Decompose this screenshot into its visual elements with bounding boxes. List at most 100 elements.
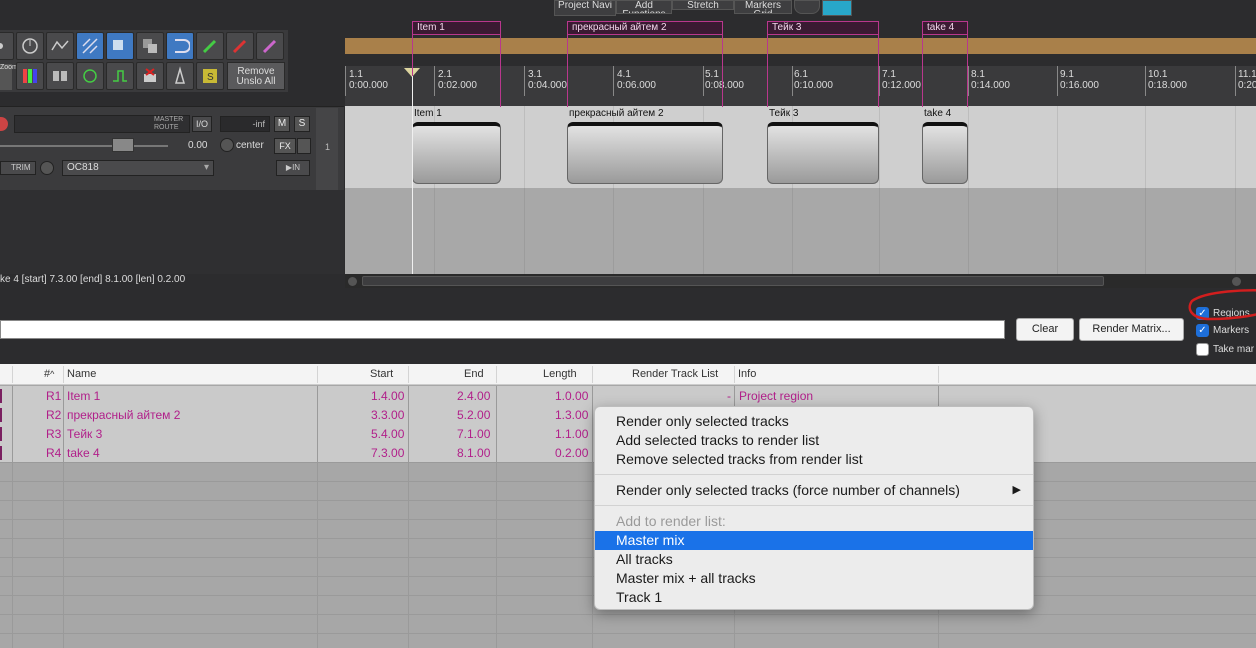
zoom-label: Zoom [0, 64, 18, 90]
timeline-ruler[interactable]: 1.1 0:00.000 2.1 0:02.000 3.1 0:04.000 4.1 0… [345, 66, 1256, 108]
chat-icon[interactable] [794, 0, 820, 14]
region-marker[interactable]: take 4 [922, 21, 968, 35]
track-lane[interactable]: Item 1 прекрасный айтем 2 Тейк 3 take 4 [345, 106, 1256, 188]
fx-button[interactable]: FX [274, 138, 296, 154]
master-label: MASTER ROUTE [154, 116, 184, 131]
group-icon[interactable] [136, 32, 164, 60]
remove-unsolo-all-button[interactable]: Remove Unslo All [227, 62, 285, 90]
menu-item-master-mix-all-tracks[interactable]: Master mix + all tracks [595, 569, 1033, 588]
metronome-clock-icon[interactable] [16, 32, 44, 60]
menu-item-all-tracks[interactable]: All tracks [595, 550, 1033, 569]
stretch-button[interactable]: Stretch [672, 0, 734, 10]
metronome-icon[interactable] [166, 62, 194, 90]
delete-item-icon[interactable] [136, 62, 164, 90]
row-color-marker [0, 427, 2, 441]
record-arm-icon[interactable] [0, 117, 8, 131]
scroll-left-icon[interactable] [348, 277, 357, 286]
pencil-green-icon[interactable] [196, 32, 224, 60]
column-line [496, 386, 497, 648]
pan-knob-icon[interactable] [220, 138, 234, 152]
region-boundary [500, 35, 501, 107]
split-icon[interactable] [46, 62, 74, 90]
take-markers-checkbox[interactable]: Take mar [1196, 342, 1254, 356]
solo-icon[interactable]: S [196, 62, 224, 90]
submenu-arrow-icon: ▶ [1012, 484, 1021, 496]
ruler-tick [613, 66, 614, 96]
media-item[interactable] [922, 122, 968, 184]
input-device-select[interactable]: OC818 ▾ [62, 160, 214, 176]
col-start-header[interactable]: Start [370, 368, 393, 380]
region-marker[interactable]: Item 1 [412, 21, 501, 35]
input-monitor-icon[interactable] [40, 161, 54, 175]
region-marker[interactable]: прекрасный айтем 2 [567, 21, 723, 35]
snap-icon[interactable] [106, 32, 134, 60]
chevron-down-icon: ▾ [203, 162, 209, 173]
header-separator [496, 366, 497, 383]
quantize-icon[interactable] [106, 62, 134, 90]
row-color-marker [0, 408, 2, 422]
add-functions-button[interactable]: Add Functions [616, 0, 672, 14]
ripple-edit-icon[interactable] [76, 32, 104, 60]
project-navigator-button[interactable]: Project Navi [554, 0, 616, 16]
ruler-label: 6.1 0:10.000 [794, 69, 833, 91]
render-context-menu: Render only selected tracks Add selected… [594, 406, 1034, 610]
region-boundary [722, 35, 723, 107]
volume-slider-knob[interactable] [112, 138, 134, 152]
pencil-red-icon[interactable] [226, 32, 254, 60]
markers-grid-button[interactable]: Markers Grid [734, 0, 792, 14]
empty-arrange-area[interactable] [345, 188, 1256, 274]
input-button[interactable]: ▶IN [276, 160, 310, 176]
col-info-header[interactable]: Info [738, 368, 756, 380]
ruler-tick [792, 66, 793, 96]
media-item[interactable] [567, 122, 723, 184]
pencil-color-icon[interactable] [256, 32, 284, 60]
media-item[interactable] [412, 122, 501, 184]
header-separator [12, 366, 13, 383]
color-bars-icon[interactable] [16, 62, 44, 90]
col-end-header[interactable]: End [464, 368, 484, 380]
trim-button[interactable]: TRIM [0, 161, 36, 175]
header-separator [408, 366, 409, 383]
grid-line [792, 188, 793, 274]
star-icon[interactable] [0, 32, 14, 60]
col-name-header[interactable]: Name [67, 368, 96, 380]
item-label: Тейк 3 [769, 108, 799, 119]
grid-line [524, 188, 525, 274]
col-length-header[interactable]: Length [543, 368, 577, 380]
media-item[interactable] [767, 122, 879, 184]
envelope-icon[interactable] [46, 32, 74, 60]
table-row[interactable]: R1 Item 1 1.4.00 2.4.00 1.0.00 - Project… [0, 387, 1256, 406]
menu-item-render-force-channels[interactable]: Render only selected tracks (force numbe… [595, 481, 1033, 500]
item-label: Item 1 [414, 108, 442, 119]
loop-icon[interactable] [166, 32, 194, 60]
ruler-tick [345, 66, 346, 96]
edit-cursor-line [412, 76, 413, 274]
horizontal-scrollbar-thumb[interactable] [362, 276, 1104, 286]
io-button[interactable]: I/O [192, 116, 212, 132]
mute-button[interactable]: M [274, 116, 290, 132]
scroll-right-icon[interactable] [1232, 277, 1241, 286]
menu-item-render-only-selected[interactable]: Render only selected tracks [595, 412, 1033, 431]
col-render-track-list-header[interactable]: Render Track List [632, 368, 718, 380]
menu-item-track-1[interactable]: Track 1 [595, 588, 1033, 607]
menu-item-add-selected[interactable]: Add selected tracks to render list [595, 431, 1033, 450]
glue-icon[interactable] [76, 62, 104, 90]
menu-item-master-mix[interactable]: Master mix [595, 531, 1033, 550]
grid-line [968, 106, 969, 188]
col-num-header[interactable]: #^ [44, 368, 54, 380]
menu-item-remove-selected[interactable]: Remove selected tracks from render list [595, 450, 1033, 469]
solo-button[interactable]: S [294, 116, 310, 132]
sort-asc-icon: ^ [50, 369, 55, 379]
clear-button[interactable]: Clear [1016, 318, 1074, 341]
header-separator [592, 366, 593, 383]
region-marker[interactable]: Тейк 3 [767, 21, 879, 35]
filter-input[interactable] [0, 320, 1005, 339]
render-matrix-button[interactable]: Render Matrix... [1079, 318, 1184, 341]
globe-icon[interactable] [822, 0, 852, 16]
region-boundary [767, 35, 768, 107]
power-icon[interactable] [297, 138, 311, 154]
region-list-header: #^ Name Start End Length Render Track Li… [0, 364, 1256, 385]
ruler-tick [524, 66, 525, 96]
item-label: прекрасный айтем 2 [569, 108, 664, 119]
markers-checkbox[interactable]: ✓ Markers [1196, 323, 1249, 337]
